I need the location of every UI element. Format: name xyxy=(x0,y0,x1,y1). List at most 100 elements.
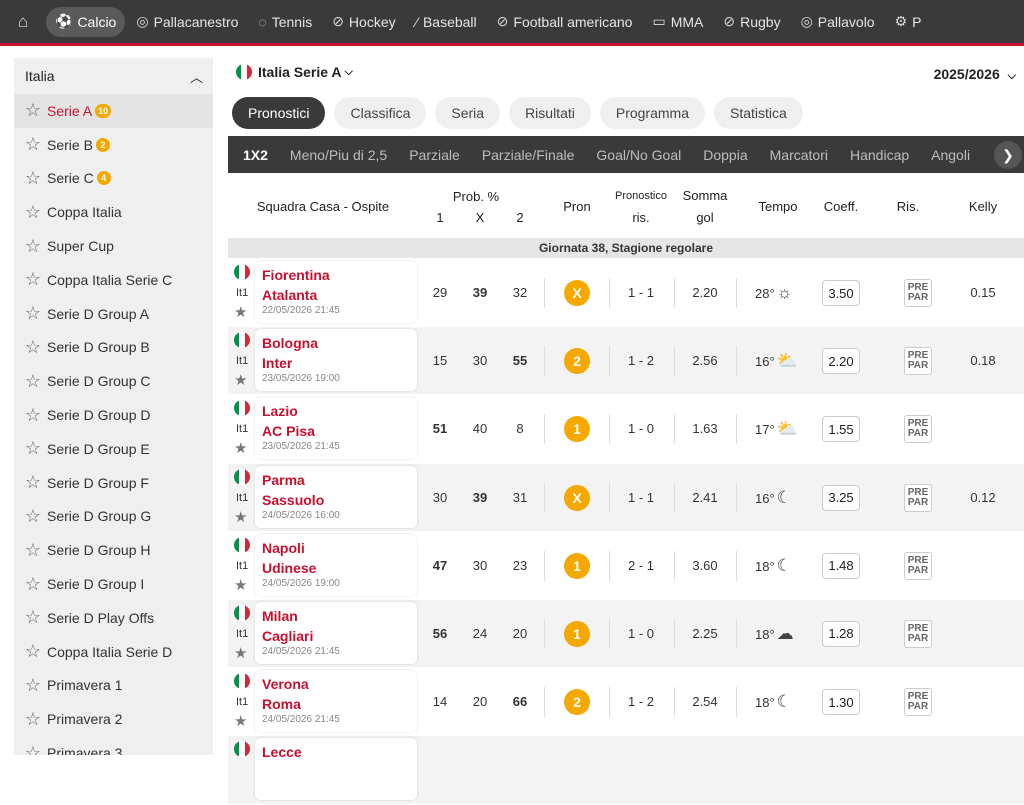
sidebar-item[interactable]: ☆ Coppa Italia Serie D xyxy=(14,635,213,669)
chevron-right-icon[interactable]: ❯ xyxy=(994,141,1022,169)
star-icon[interactable]: ☆ xyxy=(23,202,43,223)
sidebar-item[interactable]: ☆ Primavera 1 xyxy=(14,669,213,703)
sidebar-item[interactable]: ☆ Serie D Group C xyxy=(14,364,213,398)
season-selector[interactable]: 2025/2026 ⌵ xyxy=(934,66,1016,83)
tab-0[interactable]: Pronostici xyxy=(232,97,326,129)
match-card[interactable]: Lazio AC Pisa 23/05/2026 21:45 xyxy=(255,397,417,460)
star-icon[interactable]: ★ xyxy=(234,712,247,730)
table-row[interactable]: Lecce xyxy=(228,736,1024,805)
table-row[interactable]: It1 ★ Parma Sassuolo 24/05/2026 16:00 30 39 31 X… xyxy=(228,463,1024,532)
star-icon[interactable]: ☆ xyxy=(23,506,43,527)
match-card[interactable]: Napoli Udinese 24/05/2026 19:00 xyxy=(255,533,417,596)
star-icon[interactable]: ☆ xyxy=(23,134,43,155)
away-team[interactable]: Sassuolo xyxy=(262,490,417,510)
sport-tab-2[interactable]: ◌ Tennis xyxy=(249,7,321,37)
home-team[interactable]: Napoli xyxy=(262,538,417,558)
star-icon[interactable]: ★ xyxy=(234,644,247,662)
table-row[interactable]: It1 ★ Napoli Udinese 24/05/2026 19:00 47 30 23 1… xyxy=(228,532,1024,600)
table-row[interactable]: It1 ★ Milan Cagliari 24/05/2026 21:45 56 24 20 1… xyxy=(228,599,1024,669)
star-icon[interactable]: ☆ xyxy=(23,168,43,189)
market-tab-0[interactable]: 1X2 xyxy=(228,147,279,163)
table-row[interactable]: It1 ★ Lazio AC Pisa 23/05/2026 21:45 51 40 8 1 1 … xyxy=(228,395,1024,464)
odds-button[interactable]: 2.20 xyxy=(822,348,860,375)
odds-button[interactable]: 1.55 xyxy=(822,416,860,443)
sidebar-item[interactable]: ☆ Coppa Italia xyxy=(14,195,213,229)
sidebar-item[interactable]: ☆ Serie D Group D xyxy=(14,398,213,432)
tab-5[interactable]: Statistica xyxy=(714,97,803,129)
sport-tab-7[interactable]: ⊘ Rugby xyxy=(714,7,789,37)
star-icon[interactable]: ☆ xyxy=(23,675,43,696)
odds-button[interactable]: 3.25 xyxy=(822,484,860,511)
home-team[interactable]: Milan xyxy=(262,606,417,626)
star-icon[interactable]: ☆ xyxy=(23,709,43,730)
star-icon[interactable]: ☆ xyxy=(23,100,43,121)
star-icon[interactable]: ☆ xyxy=(23,743,43,755)
odds-button[interactable]: 1.30 xyxy=(822,689,860,716)
table-row[interactable]: It1 ★ Fiorentina Atalanta 22/05/2026 21:45 29… xyxy=(228,259,1024,328)
away-team[interactable]: AC Pisa xyxy=(262,421,417,441)
sidebar-item[interactable]: ☆ Serie A 10 xyxy=(14,94,213,128)
match-card[interactable]: Bologna Inter 23/05/2026 19:00 xyxy=(255,329,417,392)
sidebar-item[interactable]: ☆ Serie D Group F xyxy=(14,466,213,500)
sidebar-item[interactable]: ☆ Serie D Play Offs xyxy=(14,601,213,635)
sidebar-item[interactable]: ☆ Serie D Group E xyxy=(14,432,213,466)
sport-tab-1[interactable]: ◎ Pallacanestro xyxy=(127,7,247,37)
market-tab-5[interactable]: Doppia xyxy=(692,147,758,163)
tab-3[interactable]: Risultati xyxy=(509,97,591,129)
star-icon[interactable]: ☆ xyxy=(23,269,43,290)
match-card[interactable]: Fiorentina Atalanta 22/05/2026 21:45 xyxy=(255,261,417,323)
star-icon[interactable]: ★ xyxy=(234,508,247,526)
market-tab-7[interactable]: Handicap xyxy=(839,147,920,163)
market-tab-1[interactable]: Meno/Piu di 2,5 xyxy=(279,147,398,163)
tab-1[interactable]: Classifica xyxy=(334,97,427,129)
sidebar-item[interactable]: ☆ Serie B2 xyxy=(14,128,213,162)
odds-button[interactable]: 1.48 xyxy=(822,552,860,579)
home-team[interactable]: Bologna xyxy=(262,333,417,353)
star-icon[interactable]: ★ xyxy=(234,439,247,457)
tab-4[interactable]: Programma xyxy=(599,97,705,129)
away-team[interactable]: Roma xyxy=(262,694,417,714)
home-team[interactable]: Verona xyxy=(262,674,417,694)
star-icon[interactable]: ★ xyxy=(234,303,247,321)
league-selector[interactable]: Italia Serie A ⌵ xyxy=(236,64,353,80)
star-icon[interactable]: ☆ xyxy=(23,405,43,426)
star-icon[interactable]: ☆ xyxy=(23,303,43,324)
sidebar-item[interactable]: ☆ Primavera 3 xyxy=(14,736,213,755)
away-team[interactable]: Cagliari xyxy=(262,626,417,646)
home-team[interactable]: Lecce xyxy=(262,742,417,762)
sidebar-item[interactable]: ☆ Coppa Italia Serie C xyxy=(14,263,213,297)
sidebar-item[interactable]: ☆ Serie D Group G xyxy=(14,500,213,534)
sport-tab-9[interactable]: ⚙ P xyxy=(886,7,931,37)
star-icon[interactable]: ☆ xyxy=(23,607,43,628)
home-team[interactable]: Parma xyxy=(262,470,417,490)
sport-tab-8[interactable]: ◎ Pallavolo xyxy=(792,7,884,37)
home-icon[interactable]: ⌂ xyxy=(0,0,46,43)
tab-2[interactable]: Seria xyxy=(435,97,501,129)
sidebar-item[interactable]: ☆ Serie C4 xyxy=(14,162,213,196)
star-icon[interactable]: ★ xyxy=(234,371,247,389)
away-team[interactable]: Atalanta xyxy=(262,285,417,305)
star-icon[interactable]: ☆ xyxy=(23,641,43,662)
market-tab-4[interactable]: Goal/No Goal xyxy=(585,147,692,163)
star-icon[interactable]: ☆ xyxy=(23,438,43,459)
market-tab-3[interactable]: Parziale/Finale xyxy=(471,147,586,163)
sport-tab-6[interactable]: ▭ MMA xyxy=(643,7,712,37)
sport-tab-5[interactable]: ⊘ Football americano xyxy=(488,7,642,37)
away-team[interactable]: Inter xyxy=(262,353,417,373)
star-icon[interactable]: ☆ xyxy=(23,371,43,392)
away-team[interactable]: Udinese xyxy=(262,558,417,578)
market-tab-6[interactable]: Marcatori xyxy=(759,147,839,163)
sidebar-item[interactable]: ☆ Super Cup xyxy=(14,229,213,263)
sidebar-item[interactable]: ☆ Serie D Group A xyxy=(14,297,213,331)
home-team[interactable]: Lazio xyxy=(262,401,417,421)
table-row[interactable]: It1 ★ Verona Roma 24/05/2026 21:45 14 20 66 2 1 -… xyxy=(228,668,1024,737)
match-card[interactable]: Milan Cagliari 24/05/2026 21:45 xyxy=(255,601,417,664)
star-icon[interactable]: ☆ xyxy=(23,236,43,257)
match-card[interactable]: Verona Roma 24/05/2026 21:45 xyxy=(255,670,417,733)
match-card[interactable]: Parma Sassuolo 24/05/2026 16:00 xyxy=(255,465,417,528)
star-icon[interactable]: ☆ xyxy=(23,540,43,561)
sidebar-item[interactable]: ☆ Serie D Group B xyxy=(14,331,213,365)
sidebar-item[interactable]: ☆ Serie D Group H xyxy=(14,533,213,567)
sidebar-item[interactable]: ☆ Primavera 2 xyxy=(14,702,213,736)
table-row[interactable]: It1 ★ Bologna Inter 23/05/2026 19:00 15 30 55 2 1… xyxy=(228,327,1024,396)
